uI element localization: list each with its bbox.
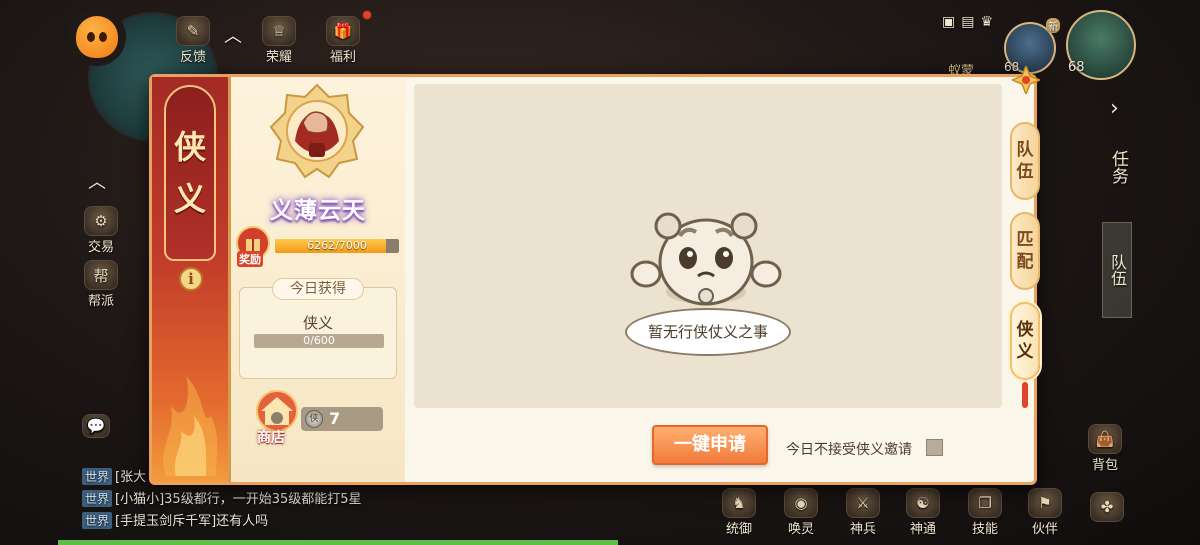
notification-dot <box>362 10 372 20</box>
summon-button[interactable]: ◉ 唤灵 <box>784 488 818 537</box>
shentong-button[interactable]: ☯ 神通 <box>906 488 940 537</box>
today-progress-text: 0/600 <box>303 334 335 347</box>
chat-bubble-icon[interactable]: 💬 <box>82 414 110 438</box>
chivalry-panel: 侠 义 i 义薄云天 奖励 6262/7000 今日获得 侠义 0/600 商店… <box>149 74 1037 485</box>
status-icons: ▣ ▤ ♛ <box>942 14 994 30</box>
reward-label: 奖励 <box>237 251 263 267</box>
rank-title: 义薄云天 <box>270 198 366 224</box>
menu-flower-icon[interactable]: ✤ <box>1090 492 1124 522</box>
decline-invite-label: 今日不接受侠义邀请 <box>786 442 912 458</box>
collapse-up-arrow-icon[interactable]: ︿ <box>224 22 242 48</box>
welfare-button[interactable]: 🎁 福利 <box>326 16 360 65</box>
bag-button[interactable]: 👜 背包 <box>1088 424 1122 473</box>
rank-progress-bar: 6262/7000 <box>275 239 399 253</box>
today-progress-bar: 0/600 <box>254 334 384 348</box>
glory-button[interactable]: ♕ 荣耀 <box>262 16 296 65</box>
tab-chivalry[interactable]: 侠 义 <box>1010 302 1040 380</box>
tassel-decoration <box>1022 382 1028 408</box>
panel-banner: 侠 义 i <box>152 77 231 482</box>
gift-icon: 🎁 <box>326 16 360 46</box>
chat-line[interactable]: 世界 [张大 <box>82 466 146 485</box>
new-badge: 新 <box>1046 18 1060 33</box>
chivalry-coin-value: 7 <box>329 409 341 428</box>
knot-decoration-icon <box>1012 66 1040 94</box>
shop-label[interactable]: 商店 <box>257 427 285 447</box>
trophy-icon: ♕ <box>262 16 296 46</box>
chivalry-currency: 侠 7 <box>301 407 383 431</box>
banner-title: 侠 义 <box>164 85 216 261</box>
tab-match[interactable]: 匹 配 <box>1010 212 1040 290</box>
book-icon: ❐ <box>968 488 1002 518</box>
chat-line[interactable]: 世界 [手提玉剑斥千军]还有人吗 <box>82 510 268 529</box>
info-icon[interactable]: i <box>179 267 203 291</box>
flame-decoration-icon <box>163 376 218 476</box>
rank-column: 义薄云天 奖励 6262/7000 今日获得 侠义 0/600 商店 侠 7 <box>231 77 405 482</box>
mask-icon: ☯ <box>906 488 940 518</box>
sad-cat-icon <box>630 212 782 306</box>
trade-button[interactable]: ⚙ 交易 <box>84 206 118 255</box>
today-earned-item: 侠义 <box>302 314 333 332</box>
feedback-button[interactable]: ✎ 反馈 <box>176 16 210 65</box>
guild-icon: 帮 <box>84 260 118 290</box>
divine-weapon-button[interactable]: ⚔ 神兵 <box>846 488 880 537</box>
chivalry-coin-icon: 侠 <box>305 410 323 428</box>
chevron-right-icon[interactable]: › <box>1110 96 1119 121</box>
guild-button[interactable]: 帮 帮派 <box>84 260 118 309</box>
tab-team[interactable]: 队 伍 <box>1010 122 1040 200</box>
one-click-apply-button[interactable]: 一键申请 <box>652 425 768 465</box>
fist-emblem-icon <box>269 83 365 179</box>
expand-up-arrow-icon[interactable]: ︿ <box>88 168 106 194</box>
team-side-button[interactable]: 队伍 <box>1102 222 1132 318</box>
bag-icon: 👜 <box>1088 424 1122 454</box>
today-earned-box: 今日获得 侠义 0/600 <box>239 278 397 379</box>
exp-bar <box>58 540 618 545</box>
chat-line[interactable]: 世界 [小猫小]35级都行，一开始35级都能打5星 <box>82 488 362 507</box>
decline-invite-checkbox[interactable] <box>926 439 943 456</box>
tiger-icon: ♞ <box>722 488 756 518</box>
request-list-area: 暂无行侠仗义之事 <box>414 84 1002 408</box>
skill-button[interactable]: ❐ 技能 <box>968 488 1002 537</box>
task-button[interactable]: 任务 <box>1104 150 1132 184</box>
eye-icon: ◉ <box>784 488 818 518</box>
game-logo-icon[interactable] <box>68 8 126 66</box>
empty-message: 暂无行侠仗义之事 <box>625 308 791 356</box>
trade-icon: ⚙ <box>84 206 118 236</box>
companion-button[interactable]: ⚑ 伙伴 <box>1028 488 1062 537</box>
sword-icon: ⚔ <box>846 488 880 518</box>
today-earned-title: 今日获得 <box>272 278 364 300</box>
feedback-icon: ✎ <box>176 16 210 46</box>
tongyu-button[interactable]: ♞ 统御 <box>722 488 756 537</box>
rank-progress-text: 6262/7000 <box>307 239 367 252</box>
player-level: 68 <box>1068 60 1085 75</box>
flag-icon: ⚑ <box>1028 488 1062 518</box>
